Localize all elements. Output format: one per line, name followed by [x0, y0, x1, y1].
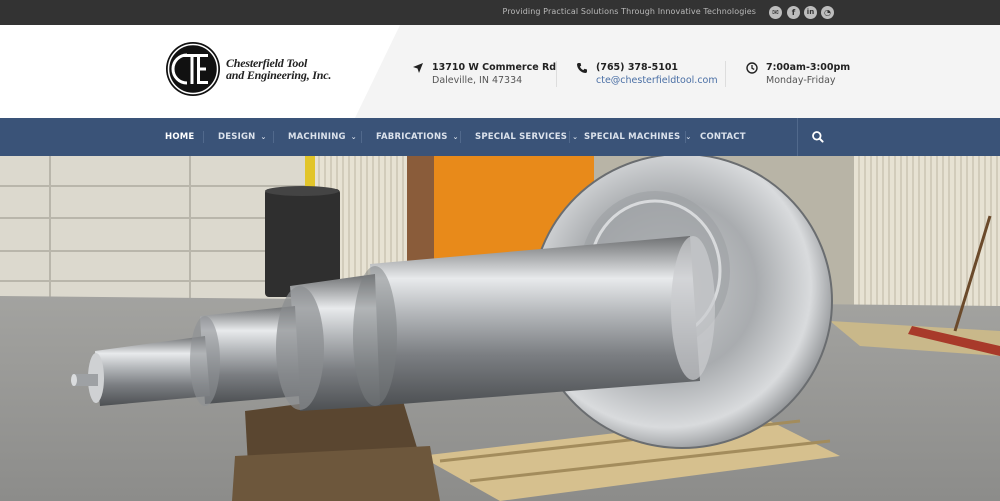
phone-icon: [577, 63, 587, 73]
header-divider: [725, 61, 726, 87]
location-arrow-icon: [413, 63, 423, 73]
nav-item-design[interactable]: DESIGN ⌄: [218, 132, 267, 142]
nav-label: FABRICATIONS: [376, 132, 448, 142]
hero-image: [0, 156, 1000, 501]
company-logo[interactable]: [165, 41, 221, 97]
nav-label: HOME: [165, 132, 195, 142]
email-icon[interactable]: ✉: [769, 6, 782, 19]
chevron-down-icon: ⌄: [452, 133, 459, 141]
nav-separator: [361, 131, 362, 143]
nav-label: SPECIAL SERVICES: [475, 132, 568, 142]
hours-days: Monday-Friday: [766, 75, 836, 86]
company-name-line2: and Engineering, Inc.: [226, 68, 332, 82]
email-link[interactable]: cte@chesterfieldtool.com: [596, 75, 718, 86]
rss-icon[interactable]: ◔: [821, 6, 834, 19]
nav-divider: [797, 118, 798, 156]
nav-label: DESIGN: [218, 132, 256, 142]
nav-item-home[interactable]: HOME: [165, 132, 194, 142]
nav-item-machining[interactable]: MACHINING ⌄: [288, 132, 357, 142]
chevron-down-icon: ⌄: [685, 133, 692, 141]
nav-separator: [203, 131, 204, 143]
nav-separator: [460, 131, 461, 143]
nav-item-contact[interactable]: CONTACT: [700, 132, 746, 142]
clock-icon: [746, 62, 758, 74]
tagline: Providing Practical Solutions Through In…: [502, 7, 756, 16]
search-icon[interactable]: [810, 129, 826, 145]
chevron-down-icon: ⌄: [572, 133, 579, 141]
top-bar: Providing Practical Solutions Through In…: [0, 0, 1000, 25]
nav-item-special-machines[interactable]: SPECIAL MACHINES ⌄: [584, 132, 691, 142]
nav-separator: [685, 131, 686, 143]
chevron-down-icon: ⌄: [260, 133, 267, 141]
address-line2: Daleville, IN 47334: [432, 75, 523, 86]
nav-label: CONTACT: [700, 132, 746, 142]
main-navigation: HOME DESIGN ⌄ MACHINING ⌄ FABRICATIONS ⌄ SP…: [0, 118, 1000, 156]
nav-label: SPECIAL MACHINES: [584, 132, 681, 142]
address-line1: 13710 W Commerce Rd: [432, 62, 557, 73]
machined-shaft-photo: [0, 156, 1000, 501]
header-divider: [556, 61, 557, 87]
nav-item-fabrications[interactable]: FABRICATIONS ⌄: [376, 132, 459, 142]
facebook-icon[interactable]: f: [787, 6, 800, 19]
nav-separator: [273, 131, 274, 143]
linkedin-icon[interactable]: in: [804, 6, 817, 19]
hours-time: 7:00am-3:00pm: [766, 62, 851, 73]
site-header: Chesterfield Tool and Engineering, Inc. …: [0, 25, 1000, 118]
nav-label: MACHINING: [288, 132, 346, 142]
nav-separator: [569, 131, 570, 143]
chevron-down-icon: ⌄: [350, 133, 357, 141]
company-name[interactable]: Chesterfield Tool and Engineering, Inc.: [226, 57, 331, 81]
phone-number[interactable]: (765) 378-5101: [596, 62, 678, 73]
nav-item-special-services[interactable]: SPECIAL SERVICES ⌄: [475, 132, 578, 142]
